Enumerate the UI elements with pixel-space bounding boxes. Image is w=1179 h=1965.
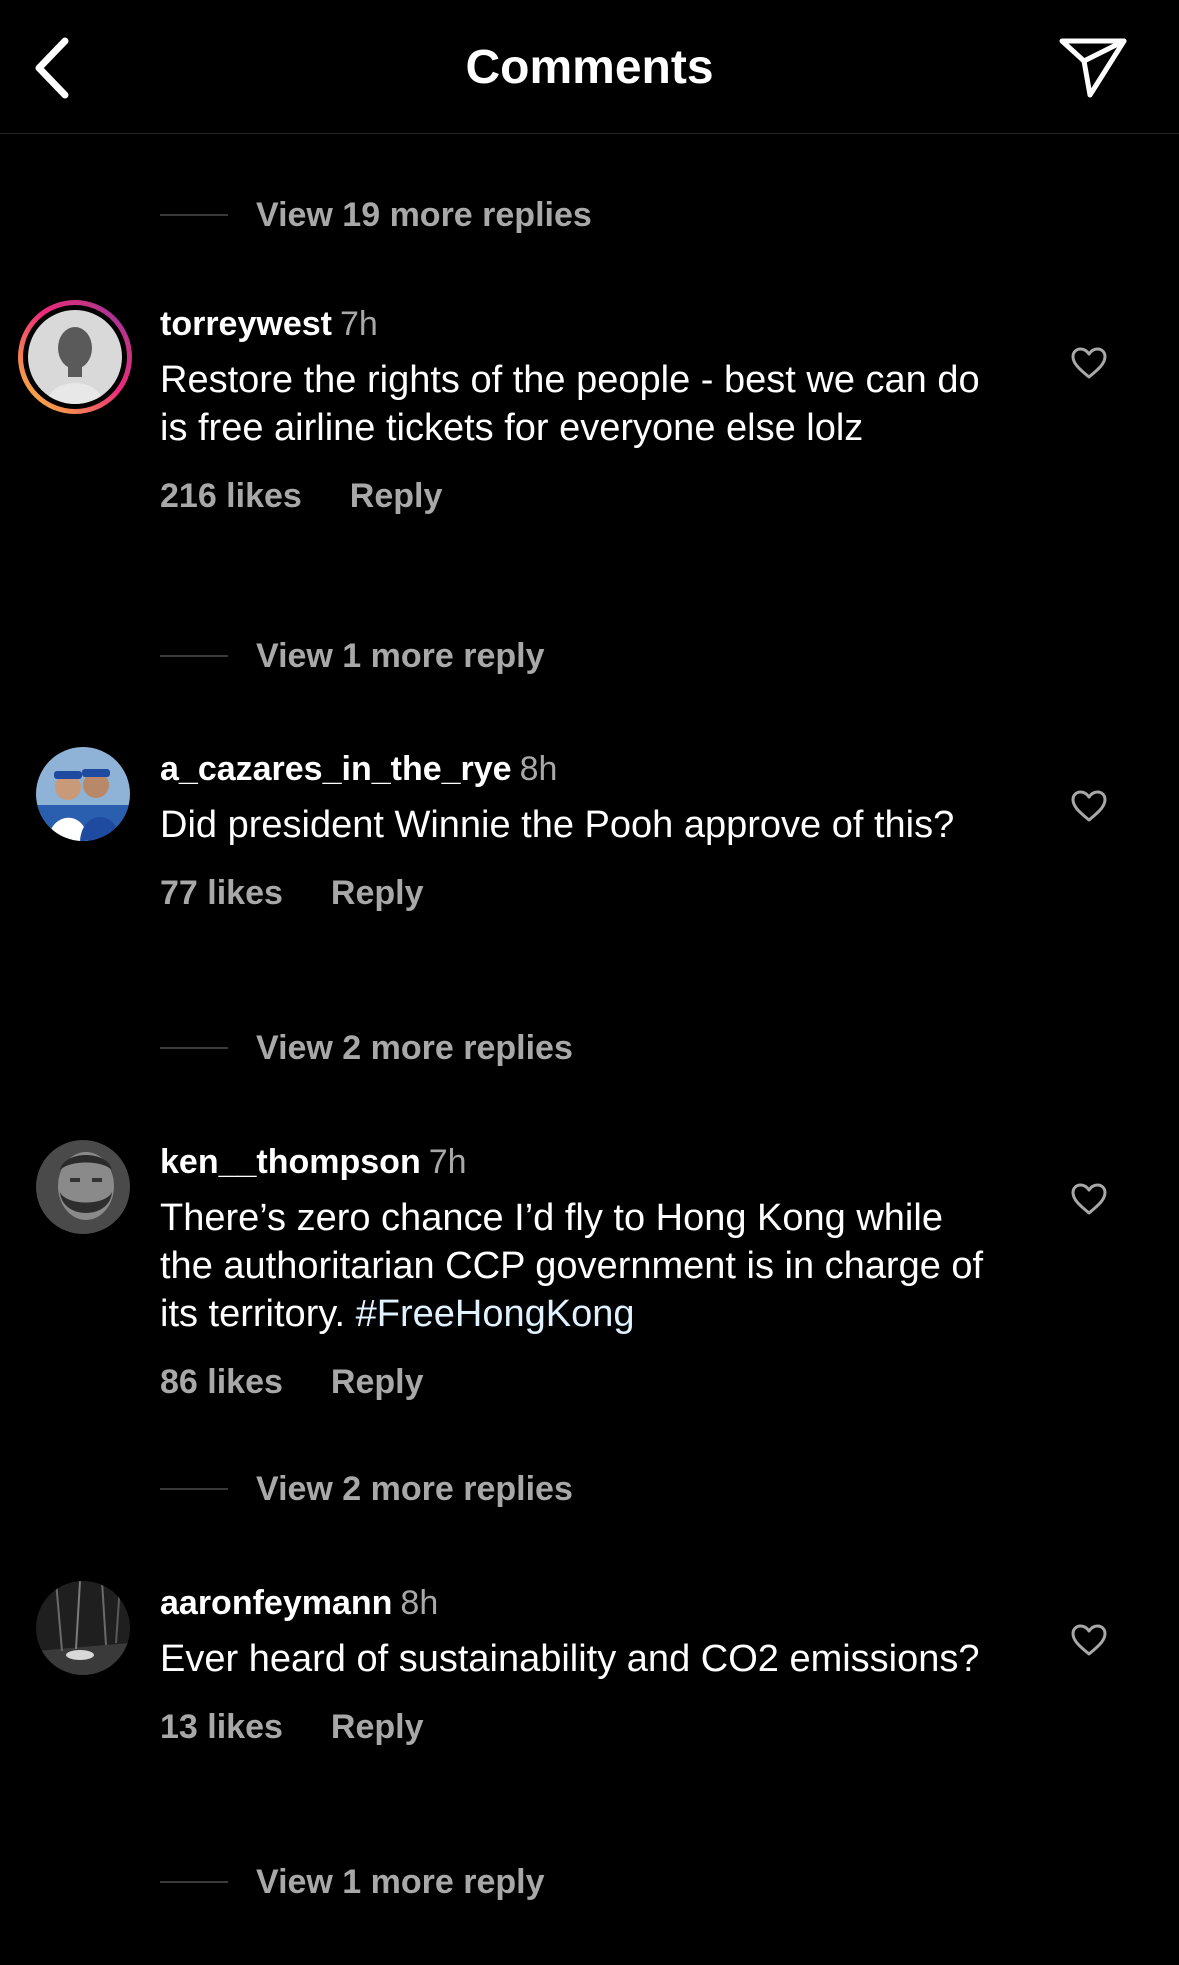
comment-time: 7h bbox=[428, 1143, 467, 1181]
view-replies-label: View 2 more replies bbox=[256, 1028, 573, 1067]
avatar[interactable] bbox=[36, 747, 130, 841]
comment-text: Restore the rights of the people - best … bbox=[160, 359, 980, 449]
comment-body: ken__thompson 7h There’s zero chance I’d … bbox=[160, 1140, 1000, 1404]
avatar[interactable] bbox=[36, 1581, 130, 1675]
comment-username[interactable]: a_cazares_in_the_rye bbox=[160, 750, 512, 788]
comment-body: a_cazares_in_the_rye 8h Did president Win… bbox=[160, 747, 1000, 915]
view-replies-label: View 1 more reply bbox=[256, 636, 545, 675]
divider-line bbox=[160, 214, 228, 216]
view-replies-label: View 19 more replies bbox=[256, 195, 592, 234]
reply-button[interactable]: Reply bbox=[331, 874, 424, 912]
avatar[interactable] bbox=[36, 1140, 130, 1234]
reply-button[interactable]: Reply bbox=[331, 1708, 424, 1746]
divider-line bbox=[160, 1881, 228, 1883]
avatar[interactable] bbox=[18, 300, 132, 414]
comment-time: 8h bbox=[400, 1584, 439, 1622]
hashtag-link[interactable]: #FreeHongKong bbox=[356, 1293, 635, 1335]
view-replies-label: View 2 more replies bbox=[256, 1469, 573, 1508]
comment-username[interactable]: aaronfeymann bbox=[160, 1584, 392, 1622]
divider-line bbox=[160, 655, 228, 657]
divider-line bbox=[160, 1488, 228, 1490]
divider-line bbox=[160, 1047, 228, 1049]
view-replies-button[interactable]: View 19 more replies bbox=[160, 190, 592, 240]
view-replies-button[interactable]: View 1 more reply bbox=[160, 1857, 545, 1907]
comment-username[interactable]: torreywest bbox=[160, 305, 332, 343]
like-button[interactable] bbox=[1066, 783, 1112, 829]
likes-count[interactable]: 13 likes bbox=[160, 1708, 283, 1746]
view-replies-label: View 1 more reply bbox=[256, 1862, 545, 1901]
share-button[interactable] bbox=[1052, 32, 1134, 102]
comment-body: torreywest 7h Restore the rights of the p… bbox=[160, 302, 1000, 518]
likes-count[interactable]: 77 likes bbox=[160, 874, 283, 912]
comment-username[interactable]: ken__thompson bbox=[160, 1143, 421, 1181]
avatar-ring-gap bbox=[23, 305, 127, 409]
likes-count[interactable]: 86 likes bbox=[160, 1363, 283, 1401]
comment-time: 7h bbox=[339, 305, 378, 343]
like-button[interactable] bbox=[1066, 1176, 1112, 1222]
likes-count[interactable]: 216 likes bbox=[160, 477, 302, 515]
view-replies-button[interactable]: View 1 more reply bbox=[160, 631, 545, 681]
like-button[interactable] bbox=[1066, 340, 1112, 386]
reply-button[interactable]: Reply bbox=[350, 477, 443, 515]
heart-icon bbox=[1071, 1183, 1107, 1215]
comment-text: Did president Winnie the Pooh approve of… bbox=[160, 804, 955, 846]
avatar-image bbox=[28, 310, 122, 404]
header: Comments bbox=[0, 0, 1179, 134]
page-title: Comments bbox=[465, 41, 714, 94]
heart-icon bbox=[1071, 347, 1107, 379]
heart-icon bbox=[1071, 1624, 1107, 1656]
avatar-image bbox=[36, 747, 130, 841]
avatar-image bbox=[36, 1140, 130, 1234]
heart-icon bbox=[1071, 790, 1107, 822]
comment-text: Ever heard of sustainability and CO2 emi… bbox=[160, 1638, 980, 1680]
paper-plane-icon bbox=[1059, 38, 1127, 98]
like-button[interactable] bbox=[1066, 1617, 1112, 1663]
avatar-image bbox=[36, 1581, 130, 1675]
view-replies-button[interactable]: View 2 more replies bbox=[160, 1464, 573, 1514]
comment-text: There’s zero chance I’d fly to Hong Kong… bbox=[160, 1194, 1000, 1338]
comment-time: 8h bbox=[519, 750, 558, 788]
comment-body: aaronfeymann 8h Ever heard of sustainabil… bbox=[160, 1581, 1000, 1749]
reply-button[interactable]: Reply bbox=[331, 1363, 424, 1401]
view-replies-button[interactable]: View 2 more replies bbox=[160, 1023, 573, 1073]
